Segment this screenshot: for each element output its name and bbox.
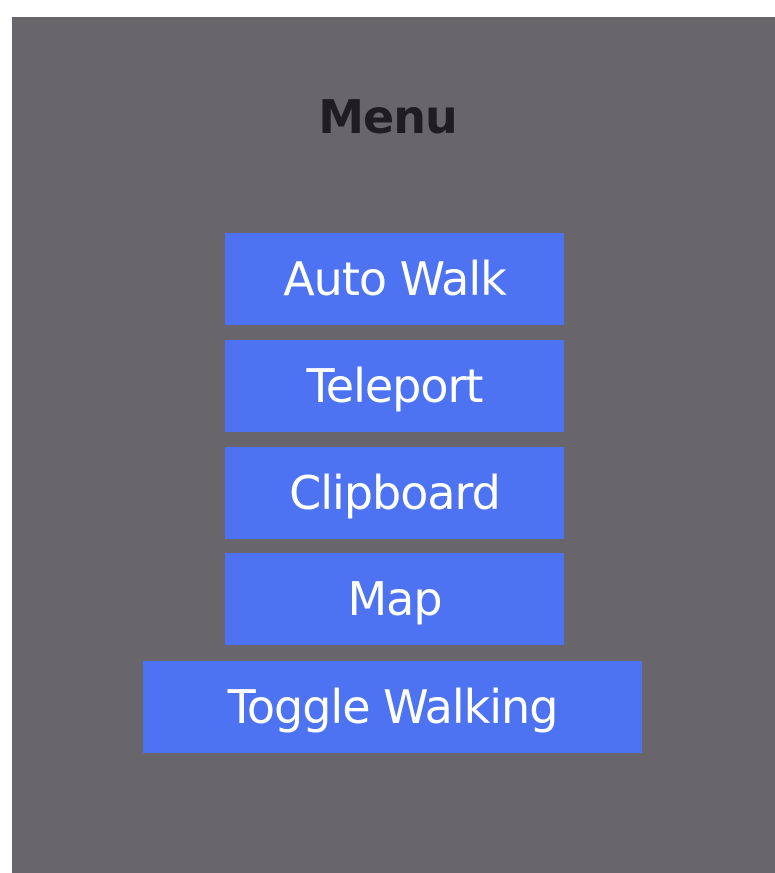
- teleport-button[interactable]: Teleport: [225, 340, 564, 432]
- menu-title: Menu: [318, 90, 457, 144]
- clipboard-button[interactable]: Clipboard: [225, 447, 564, 539]
- auto-walk-button[interactable]: Auto Walk: [225, 233, 564, 325]
- map-button[interactable]: Map: [225, 553, 564, 645]
- toggle-walking-button[interactable]: Toggle Walking: [143, 661, 642, 753]
